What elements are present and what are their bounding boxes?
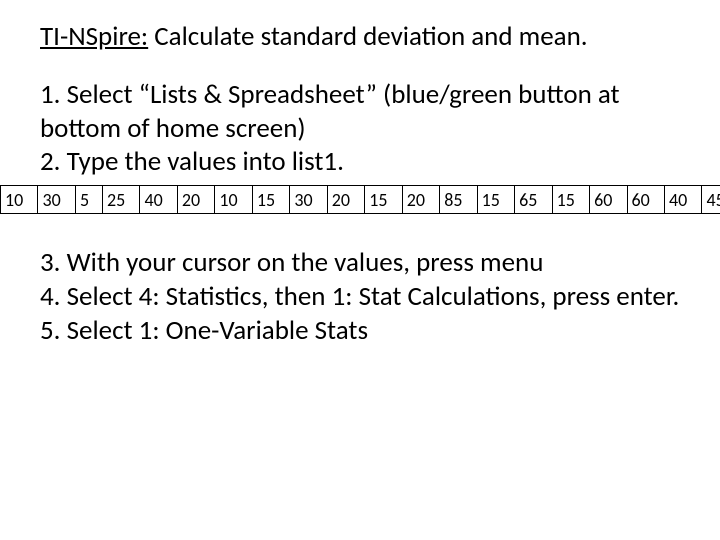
table-cell: 60: [590, 186, 627, 214]
step-2: 2. Type the values into list1.: [40, 145, 680, 179]
table-cell: 25: [102, 186, 139, 214]
table-cell-value: 30: [290, 187, 326, 213]
table-cell-value: 25: [103, 187, 139, 213]
instructions-top: 1. Select “Lists & Spreadsheet” (blue/gr…: [40, 78, 680, 179]
table-cell: 15: [552, 186, 589, 214]
page-title: TI-NSpire: Calculate standard deviation …: [40, 20, 680, 54]
table-cell-value: 40: [665, 187, 701, 213]
step-3: 3. With your cursor on the values, press…: [40, 246, 680, 280]
table-cell-value: 10: [1, 187, 37, 213]
table-cell: 40: [665, 186, 702, 214]
table-cell-value: 5: [76, 187, 102, 213]
table-cell: 15: [477, 186, 514, 214]
step-4: 4. Select 4: Statistics, then 1: Stat Ca…: [40, 280, 680, 314]
table-cell: 20: [402, 186, 439, 214]
table-cell: 45: [702, 186, 720, 214]
table-cell: 65: [515, 186, 552, 214]
table-cell: 10: [1, 186, 38, 214]
table-cell-value: 60: [590, 187, 626, 213]
table-cell: 30: [38, 186, 75, 214]
table-row: 103052540201015302015208515651560604045: [1, 186, 720, 214]
table-cell: 40: [140, 186, 177, 214]
title-rest: Calculate standard deviation and mean.: [148, 20, 587, 53]
values-table: 103052540201015302015208515651560604045: [0, 185, 720, 214]
table-cell-value: 15: [365, 187, 401, 213]
table-cell: 20: [177, 186, 214, 214]
table-cell-value: 20: [178, 187, 214, 213]
table-cell-value: 15: [253, 187, 289, 213]
table-cell-value: 85: [440, 187, 476, 213]
table-cell-value: 20: [328, 187, 364, 213]
table-cell-value: 60: [628, 187, 664, 213]
table-cell-value: 40: [140, 187, 176, 213]
table-cell: 30: [290, 186, 327, 214]
table-cell: 15: [252, 186, 289, 214]
table-cell-value: 65: [515, 187, 551, 213]
table-cell: 85: [440, 186, 477, 214]
table-cell-value: 15: [478, 187, 514, 213]
table-cell: 20: [327, 186, 364, 214]
table-cell-value: 20: [403, 187, 439, 213]
table-cell: 5: [75, 186, 102, 214]
step-5: 5. Select 1: One-Variable Stats: [40, 314, 680, 348]
table-cell: 15: [365, 186, 402, 214]
table-cell-value: 15: [553, 187, 589, 213]
values-table-wrap: 103052540201015302015208515651560604045: [0, 185, 720, 214]
table-cell-value: 45: [702, 187, 720, 213]
step-1: 1. Select “Lists & Spreadsheet” (blue/gr…: [40, 78, 680, 146]
title-lead: TI-NSpire:: [40, 20, 148, 53]
table-cell: 10: [215, 186, 252, 214]
table-cell: 60: [627, 186, 664, 214]
table-cell-value: 10: [215, 187, 251, 213]
table-cell-value: 30: [38, 187, 74, 213]
instructions-bottom: 3. With your cursor on the values, press…: [40, 246, 680, 347]
